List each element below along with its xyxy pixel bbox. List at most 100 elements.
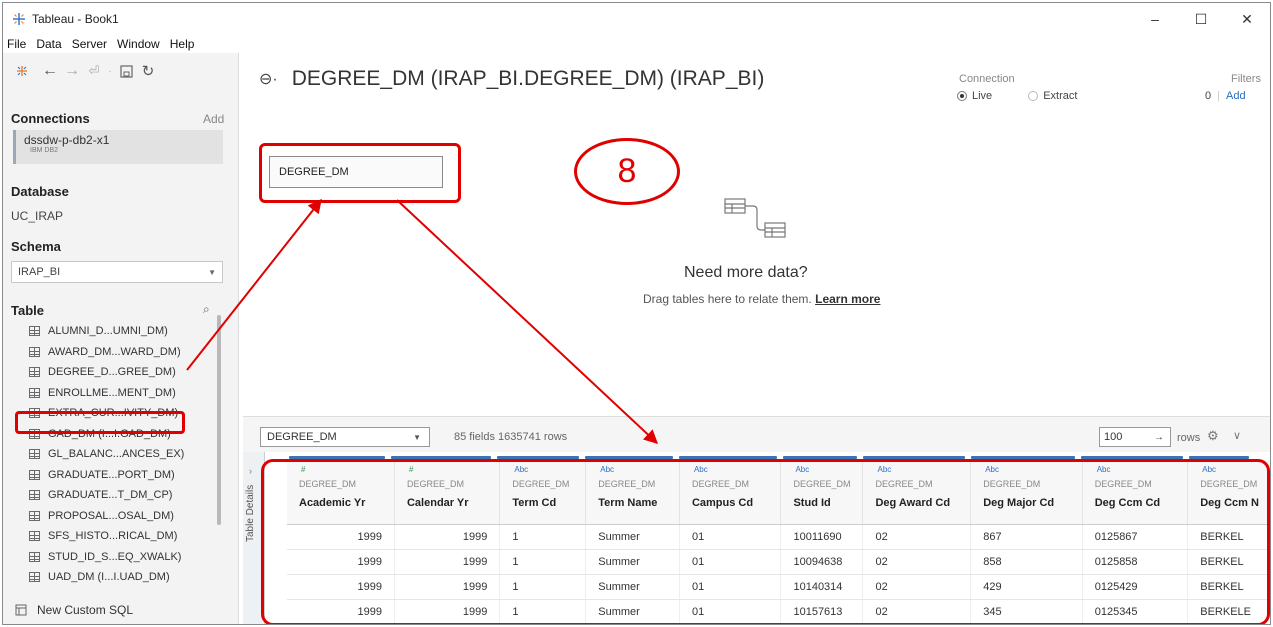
tableau-home-icon[interactable] <box>11 60 33 82</box>
table-item-graduate-report[interactable]: GRADUATE...PORT_DM) <box>11 465 216 486</box>
chevron-down-icon: ▼ <box>413 432 421 442</box>
schema-value: IRAP_BI <box>18 266 61 278</box>
drag-hint: Drag tables here to relate them. <box>643 292 812 306</box>
filters-row: 0 | Add <box>1205 90 1246 102</box>
back-arrow-icon[interactable]: ← <box>39 60 61 82</box>
annotation-circle: 8 <box>574 138 680 205</box>
relate-tables-icon <box>724 198 786 238</box>
table-item-proposal[interactable]: PROPOSAL...OSAL_DM) <box>11 506 216 527</box>
table-item-gl-balances[interactable]: GL_BALANC...ANCES_EX) <box>11 444 216 465</box>
tableau-window: Tableau - Book1 – ☐ ✕ File Data Server W… <box>2 2 1271 625</box>
need-more-data-title: Need more data? <box>684 264 808 281</box>
table-item-stud-id[interactable]: STUD_ID_S...EQ_XWALK) <box>11 547 216 568</box>
sidebar-scrollbar[interactable] <box>217 315 221 525</box>
table-item-label: ALUMNI_D...UMNI_DM) <box>48 325 168 338</box>
table-item-label: GRADUATE...T_DM_CP) <box>48 489 173 502</box>
table-item-sfs-historical[interactable]: SFS_HISTO...RICAL_DM) <box>11 526 216 547</box>
table-item-label: GL_BALANC...ANCES_EX) <box>48 448 185 461</box>
forward-arrow-icon[interactable]: → <box>61 60 83 82</box>
database-icon: ⊖· <box>259 71 278 88</box>
table-item-label: STUD_ID_S...EQ_XWALK) <box>48 550 182 563</box>
table-item-label: AWARD_DM...WARD_DM) <box>48 345 181 358</box>
minimize-button[interactable]: – <box>1132 3 1178 35</box>
arrow-right-icon: → <box>1154 431 1164 443</box>
table-grid-icon <box>29 367 40 378</box>
table-header: Table <box>11 303 44 318</box>
menu-data[interactable]: Data <box>36 37 61 51</box>
menu-help[interactable]: Help <box>170 37 195 51</box>
learn-more-link[interactable]: Learn more <box>815 292 880 306</box>
table-item-label: PROPOSAL...OSAL_DM) <box>48 509 174 522</box>
datasource-title-text: DEGREE_DM (IRAP_BI.DEGREE_DM) (IRAP_BI) <box>291 67 765 90</box>
table-grid-icon <box>29 346 40 357</box>
table-item-label: GRADUATE...PORT_DM) <box>48 468 175 481</box>
add-connection-link[interactable]: Add <box>203 112 224 126</box>
close-button[interactable]: ✕ <box>1224 3 1270 35</box>
database-value[interactable]: UC_IRAP <box>11 209 63 223</box>
table-item-award[interactable]: AWARD_DM...WARD_DM) <box>11 342 216 363</box>
table-item-enrollment[interactable]: ENROLLME...MENT_DM) <box>11 383 216 404</box>
schema-header: Schema <box>11 239 61 254</box>
highlight-box-sidebar <box>15 411 185 434</box>
data-source-sidebar: ← → ⏎ · ↻ Connections Add dssdw-p-db2-x1… <box>3 53 239 624</box>
table-item-label: SFS_HISTO...RICAL_DM) <box>48 530 178 543</box>
field-row-count: 85 fields 1635741 rows <box>454 431 568 443</box>
table-grid-icon <box>29 572 40 583</box>
add-filter-link[interactable]: Add <box>1226 90 1246 102</box>
menu-window[interactable]: Window <box>117 37 160 51</box>
table-item-label: ENROLLME...MENT_DM) <box>48 386 176 399</box>
highlight-box-canvas <box>259 143 461 203</box>
highlight-box-grid <box>261 459 1270 624</box>
table-grid-icon <box>29 387 40 398</box>
table-item-graduate-cp[interactable]: GRADUATE...T_DM_CP) <box>11 485 216 506</box>
chevron-down-icon[interactable]: ∨ <box>1233 429 1241 442</box>
filters-label: Filters <box>1231 73 1261 85</box>
custom-sql-label: New Custom SQL <box>37 603 134 617</box>
arrow-canvas-to-grid <box>396 199 659 444</box>
table-grid-icon <box>29 490 40 501</box>
tableau-logo-icon <box>13 13 25 25</box>
table-grid-icon <box>29 469 40 480</box>
table-grid-icon <box>29 510 40 521</box>
menu-bar: File Data Server Window Help <box>3 35 204 53</box>
schema-select[interactable]: IRAP_BI ▼ <box>11 261 223 283</box>
refresh-icon[interactable]: ↻ <box>137 60 159 82</box>
table-grid-icon <box>29 326 40 337</box>
database-header: Database <box>11 184 69 199</box>
gear-icon[interactable]: ⚙ <box>1207 428 1219 444</box>
undo-icon[interactable]: ⏎ <box>83 60 105 82</box>
connection-name: dssdw-p-db2-x1 <box>24 133 110 147</box>
table-select[interactable]: DEGREE_DM ▼ <box>260 427 430 447</box>
table-details-label: Table Details <box>245 484 256 542</box>
live-label: Live <box>972 90 993 102</box>
menu-server[interactable]: Server <box>72 37 107 51</box>
dropdown-dot-icon[interactable]: · <box>105 60 115 82</box>
menu-file[interactable]: File <box>7 37 26 51</box>
table-grid-icon <box>29 551 40 562</box>
expand-icon[interactable]: › <box>249 466 252 476</box>
maximize-button[interactable]: ☐ <box>1178 3 1224 35</box>
need-more-data-subtitle: Drag tables here to relate them. Learn m… <box>643 292 880 306</box>
connection-label: Connection <box>959 73 1015 85</box>
chevron-down-icon: ▼ <box>208 267 216 277</box>
extract-radio[interactable] <box>1028 91 1039 101</box>
save-icon[interactable] <box>115 60 137 82</box>
connections-header: Connections <box>11 111 90 126</box>
title-bar: Tableau - Book1 – ☐ ✕ <box>3 3 1270 35</box>
connection-item[interactable]: dssdw-p-db2-x1 IBM DB2 <box>13 130 223 164</box>
table-item-alumni[interactable]: ALUMNI_D...UMNI_DM) <box>11 321 216 342</box>
rows-value: 100 <box>1104 431 1123 443</box>
rows-input[interactable]: 100 → <box>1099 427 1171 447</box>
table-grid-icon <box>29 531 40 542</box>
table-item-label: UAD_DM (I...I.UAD_DM) <box>48 571 170 584</box>
sidebar-toolbar: ← → ⏎ · ↻ <box>3 53 238 89</box>
live-radio[interactable] <box>957 91 967 101</box>
new-custom-sql-item[interactable]: New Custom SQL <box>13 603 133 617</box>
table-item-uad[interactable]: UAD_DM (I...I.UAD_DM) <box>11 567 216 588</box>
search-icon[interactable]: ⌕ <box>203 302 210 317</box>
rows-label: rows <box>1177 432 1201 444</box>
connection-type: IBM DB2 <box>30 147 59 154</box>
table-list: ALUMNI_D...UMNI_DM) AWARD_DM...WARD_DM) … <box>11 321 216 588</box>
datasource-title[interactable]: ⊖· DEGREE_DM (IRAP_BI.DEGREE_DM) (IRAP_B… <box>259 67 764 91</box>
table-item-degree[interactable]: DEGREE_D...GREE_DM) <box>11 362 216 383</box>
